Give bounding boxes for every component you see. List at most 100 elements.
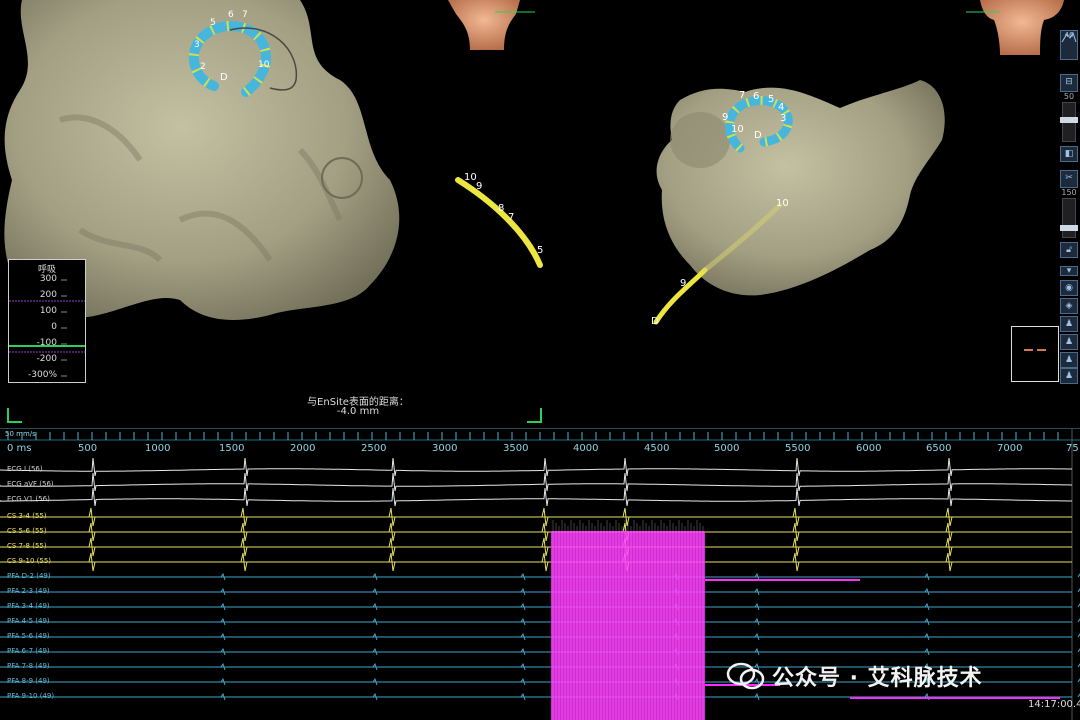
electrode-label: 5 xyxy=(210,18,216,28)
time-tick: 1000 xyxy=(145,443,171,454)
time-tick: 4500 xyxy=(644,443,670,454)
trace-7 xyxy=(0,572,1080,581)
electrode-label: 2 xyxy=(200,62,206,72)
trace-8 xyxy=(0,587,1080,596)
electrode-label: 6 xyxy=(753,91,760,102)
torso-orientation-icon-left xyxy=(448,0,535,50)
electrode-label: 10 xyxy=(776,198,789,209)
channel-label[interactable]: CS 7-8 (55) xyxy=(7,542,47,550)
slider1-value: 50 xyxy=(1063,92,1075,101)
resp-scale-label: 300 xyxy=(39,274,57,284)
map-canvas[interactable] xyxy=(0,0,1080,428)
slider2-value: 150 xyxy=(1061,188,1077,197)
channel-label[interactable]: CS 9-10 (55) xyxy=(7,557,51,565)
channel-label[interactable]: PFA 4-5 (49) xyxy=(7,617,50,625)
channel-label[interactable]: ECG V1 (56) xyxy=(7,495,50,503)
resp-scale-label: -300% xyxy=(28,370,57,380)
channel-label[interactable]: PFA 2-3 (49) xyxy=(7,587,50,595)
resp-scale-label: 200 xyxy=(39,290,57,300)
clip-slider[interactable] xyxy=(1060,198,1078,238)
electrode-label: 6 xyxy=(228,10,234,20)
electrode-label: D xyxy=(754,130,762,141)
view-toolbar: 46 ⊟ 50 ◧ ✂ 150 🔓︎ ▾ ◉ ◈ ♟ ♟ ♟ ♟ xyxy=(1058,30,1080,385)
trace-11 xyxy=(0,632,1080,641)
time-tick: 1500 xyxy=(219,443,245,454)
trace-5 xyxy=(0,537,1072,557)
mid-catheter xyxy=(455,177,543,268)
surface-distance-value: -4.0 mm xyxy=(336,406,380,417)
electrode-label: 7 xyxy=(739,90,746,101)
electrode-label: 9 xyxy=(722,112,729,123)
electrode-label: 4 xyxy=(778,102,785,113)
watermark: 公众号 · 艾科脉技术 xyxy=(726,660,983,692)
trace-2 xyxy=(0,487,1072,507)
trace-3 xyxy=(0,507,1072,527)
wechat-icon xyxy=(726,662,765,690)
mini-view-box[interactable] xyxy=(1011,326,1059,382)
map-3d-view[interactable]: 5 6 7 3 2 D 10 10 9 8 7 5 7 6 5 4 3 9 10… xyxy=(0,0,1080,428)
channel-label[interactable]: ECG I (56) xyxy=(7,465,43,473)
electrode-label: 3 xyxy=(194,40,200,50)
dropdown-icon[interactable]: ▾ xyxy=(1060,266,1078,276)
resp-scale-label: -100 xyxy=(36,338,57,348)
time-tick: 500 xyxy=(78,443,98,454)
electrode-label: 10 xyxy=(731,124,744,135)
channel-label[interactable]: PFA 9-10 (49) xyxy=(7,692,54,700)
view-torso-side-icon[interactable]: ♟ xyxy=(1060,334,1078,350)
channel-label[interactable]: PFA 3-4 (49) xyxy=(7,602,50,610)
time-tick: 6500 xyxy=(926,443,952,454)
electrode-label: 9 xyxy=(476,181,483,192)
time-tick: 5000 xyxy=(714,443,740,454)
electrode-label: 3 xyxy=(780,113,787,124)
reset-icon[interactable]: ◧ xyxy=(1060,146,1078,162)
scissors-icon[interactable]: ✂ xyxy=(1060,170,1078,188)
time-tick: 75 xyxy=(1066,443,1079,454)
lock-icon[interactable]: 🔓︎ xyxy=(1060,242,1078,258)
electrode-label: 10 xyxy=(464,172,477,183)
time-tick: 3500 xyxy=(503,443,529,454)
view-ap-icon[interactable]: ◉ xyxy=(1060,280,1078,296)
resp-scale-label: -200 xyxy=(36,354,57,364)
channel-label[interactable]: PFA 5-6 (49) xyxy=(7,632,50,640)
electrode-label: 9 xyxy=(680,278,687,289)
trace-0 xyxy=(0,457,1072,477)
view-lao-icon[interactable]: ◈ xyxy=(1060,298,1078,314)
expand-icon[interactable]: ⊟ xyxy=(1060,74,1078,92)
trace-10 xyxy=(0,617,1080,626)
electrode-label: 10 xyxy=(258,60,270,70)
time-tick: 5500 xyxy=(785,443,811,454)
channel-label[interactable]: CS 3-4 (55) xyxy=(7,512,47,520)
electrode-label: D xyxy=(651,316,659,327)
channel-label[interactable]: PFA 6-7 (49) xyxy=(7,647,50,655)
channel-label[interactable]: PFA 7-8 (49) xyxy=(7,662,50,670)
electrode-label: D xyxy=(220,72,228,83)
watermark-text: 公众号 · 艾科脉技术 xyxy=(772,666,983,691)
trace-1 xyxy=(0,472,1073,492)
electrode-label: 5 xyxy=(537,245,544,256)
sweep-speed: 50 mm/s xyxy=(5,430,36,438)
view-torso-front-icon[interactable]: ♟ xyxy=(1060,316,1078,332)
electrode-label: 5 xyxy=(768,94,775,105)
channel-label[interactable]: CS 5-6 (55) xyxy=(7,527,47,535)
trace-9 xyxy=(0,602,1080,611)
electrode-label: 8 xyxy=(498,203,505,214)
torso-orientation-icon-right xyxy=(966,0,1064,55)
time-tick: 0 ms xyxy=(7,443,32,454)
electrode-label: 7 xyxy=(508,212,515,223)
channel-label[interactable]: ECG aVF (56) xyxy=(7,480,54,488)
time-tick: 3000 xyxy=(432,443,458,454)
resp-scale-label: 100 xyxy=(39,306,57,316)
time-tick: 7000 xyxy=(997,443,1023,454)
resp-scale-label: 0 xyxy=(51,322,57,332)
time-tick: 2500 xyxy=(361,443,387,454)
trace-6 xyxy=(0,552,1072,572)
opacity-slider[interactable] xyxy=(1060,102,1078,142)
trace-4 xyxy=(0,522,1072,542)
electrode-label: 7 xyxy=(242,10,248,20)
channel-label[interactable]: PFA D-2 (49) xyxy=(7,572,51,580)
time-tick: 4000 xyxy=(573,443,599,454)
zoom-button[interactable]: 46 xyxy=(1060,30,1078,60)
view-torso-rao-icon[interactable]: ♟ xyxy=(1060,368,1078,384)
view-torso-back-icon[interactable]: ♟ xyxy=(1060,352,1078,368)
channel-label[interactable]: PFA 8-9 (49) xyxy=(7,677,50,685)
